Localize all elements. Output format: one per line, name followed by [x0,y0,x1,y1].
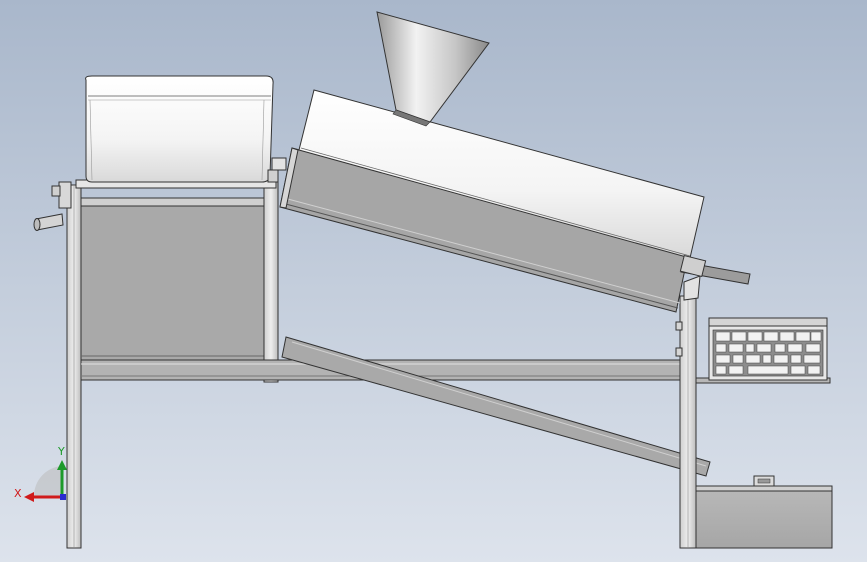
diagonal-chute [281,336,711,477]
left-frame [33,75,287,549]
inclined-trough [279,89,751,313]
cad-viewport[interactable]: X Y [0,0,867,562]
collection-box [695,475,833,549]
triad-y-label: Y [57,445,65,458]
upper-tank [85,75,274,183]
collection-crate [695,317,831,384]
center-post [263,181,279,383]
triad-y-arrowhead [57,460,67,470]
triad-x-label: X [14,487,22,500]
left-bearing [58,181,72,209]
machine-side-view: X Y [14,11,833,549]
triad-z-axis [60,494,66,500]
feed-hopper [376,11,490,127]
lower-tank [80,197,267,363]
coordinate-triad: X Y [14,445,67,502]
triad-x-arrowhead [24,492,34,502]
